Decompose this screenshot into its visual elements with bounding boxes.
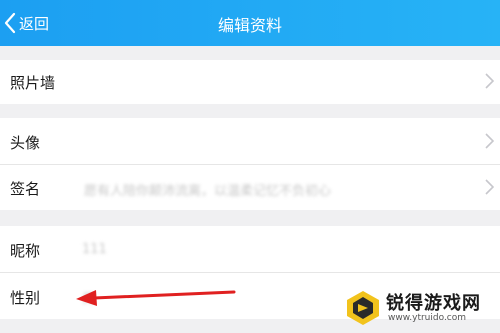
annotation-arrow xyxy=(76,290,236,306)
watermark-url: www.ytruido.com xyxy=(388,313,467,323)
edit-profile-screen: 返回 编辑资料 照片墙 头像 签名 愿有人陪你颠沛流离，以温柔记忆不负初心 昵称… xyxy=(0,0,500,333)
watermark-logo xyxy=(347,291,379,325)
watermark-brand: 锐得游戏网 xyxy=(386,293,481,314)
watermark: 锐得游戏网 www.ytruido.com xyxy=(344,287,494,329)
